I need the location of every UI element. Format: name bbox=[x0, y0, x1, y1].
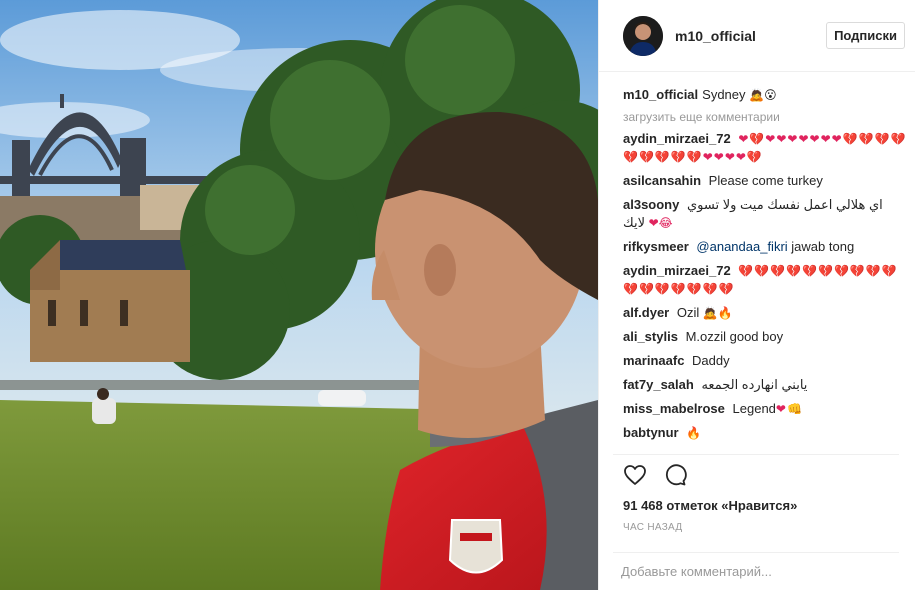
comment-text: jawab tong bbox=[791, 239, 855, 254]
comment-emoji: ❤😂 bbox=[648, 216, 673, 230]
comment-username[interactable]: al3soony bbox=[623, 197, 679, 212]
comment-username[interactable]: aydin_mirzaei_72 bbox=[623, 131, 731, 146]
caption: m10_official Sydney 🙇😮 bbox=[623, 86, 907, 104]
comment-item: fat7y_salah يابني انهارده الجمعه bbox=[623, 376, 907, 394]
comment-item: aydin_mirzaei_72 ❤💔❤❤❤❤❤❤❤💔💔💔💔💔💔💔💔💔❤❤❤❤💔 bbox=[623, 130, 907, 166]
comment-text: Ozil bbox=[676, 305, 700, 320]
comment-emoji: ❤👊 bbox=[775, 402, 803, 416]
comment-button[interactable] bbox=[661, 461, 689, 489]
comment-text: M.ozzil good boy bbox=[685, 329, 784, 344]
comment-username[interactable]: aydin_mirzaei_72 bbox=[623, 263, 731, 278]
comment-username[interactable]: fat7y_salah bbox=[623, 377, 694, 392]
comment-username[interactable]: alf.dyer bbox=[623, 305, 669, 320]
comment-mention-link[interactable]: @anandaa_fikri bbox=[696, 239, 787, 254]
post-sidebar: m10_official Подписки m10_official Sydney… bbox=[598, 0, 915, 590]
comment-item: rifkysmeer @anandaa_fikri jawab tong bbox=[623, 238, 907, 256]
comment-item: alf.dyer Ozil 🙇🔥 bbox=[623, 304, 907, 322]
comment-text: Daddy bbox=[692, 353, 730, 368]
photo-illustration bbox=[0, 0, 598, 590]
comment-item: asilcansahin Please come turkey bbox=[623, 172, 907, 190]
comment-text: Please come turkey bbox=[708, 173, 823, 188]
likes-count[interactable]: 91 468 отметок «Нравится» bbox=[623, 498, 797, 513]
comment-username[interactable]: rifkysmeer bbox=[623, 239, 689, 254]
post-header: m10_official Подписки bbox=[599, 0, 915, 72]
comment-text: يابني انهارده الجمعه bbox=[701, 377, 808, 392]
comment-username[interactable]: marinaafc bbox=[623, 353, 684, 368]
comment-username[interactable]: babtynur bbox=[623, 425, 679, 440]
avatar-image bbox=[623, 15, 663, 56]
comment-username[interactable]: miss_mabelrose bbox=[623, 401, 725, 416]
comment-icon bbox=[665, 463, 687, 485]
add-comment-box bbox=[613, 552, 899, 590]
following-button[interactable]: Подписки bbox=[826, 22, 905, 49]
caption-text: Sydney bbox=[702, 87, 746, 102]
comment-username[interactable]: ali_stylis bbox=[623, 329, 678, 344]
comment-username[interactable]: asilcansahin bbox=[623, 173, 701, 188]
heart-icon bbox=[624, 464, 646, 485]
comments-list[interactable]: m10_official Sydney 🙇😮 загрузить еще комм… bbox=[623, 86, 907, 454]
add-comment-input[interactable] bbox=[613, 553, 899, 589]
comment-text: 🔥 bbox=[686, 426, 702, 440]
comment-text: Legend bbox=[732, 401, 776, 416]
header-username[interactable]: m10_official bbox=[675, 28, 826, 44]
comment-item: babtynur 🔥 bbox=[623, 424, 907, 442]
avatar[interactable] bbox=[623, 15, 663, 56]
caption-emoji: 🙇😮 bbox=[749, 88, 777, 102]
caption-username[interactable]: m10_official bbox=[623, 87, 698, 102]
like-button[interactable] bbox=[621, 461, 649, 489]
post-photo[interactable] bbox=[0, 0, 598, 590]
comment-item: ali_stylis M.ozzil good boy bbox=[623, 328, 907, 346]
post-actions bbox=[613, 454, 899, 494]
load-more-comments-link[interactable]: загрузить еще комментарии bbox=[623, 110, 907, 124]
comment-item: aydin_mirzaei_72 💔💔💔💔💔💔💔💔💔💔💔💔💔💔💔💔💔 bbox=[623, 262, 907, 298]
comment-item: marinaafc Daddy bbox=[623, 352, 907, 370]
post-timestamp[interactable]: ЧАС НАЗАД bbox=[623, 522, 682, 533]
comment-item: miss_mabelrose Legend❤👊 bbox=[623, 400, 907, 418]
comment-emoji: 🙇🔥 bbox=[702, 306, 733, 320]
comment-item: al3soony اي هلالي اعمل نفسك ميت ولا تسوي… bbox=[623, 196, 907, 232]
